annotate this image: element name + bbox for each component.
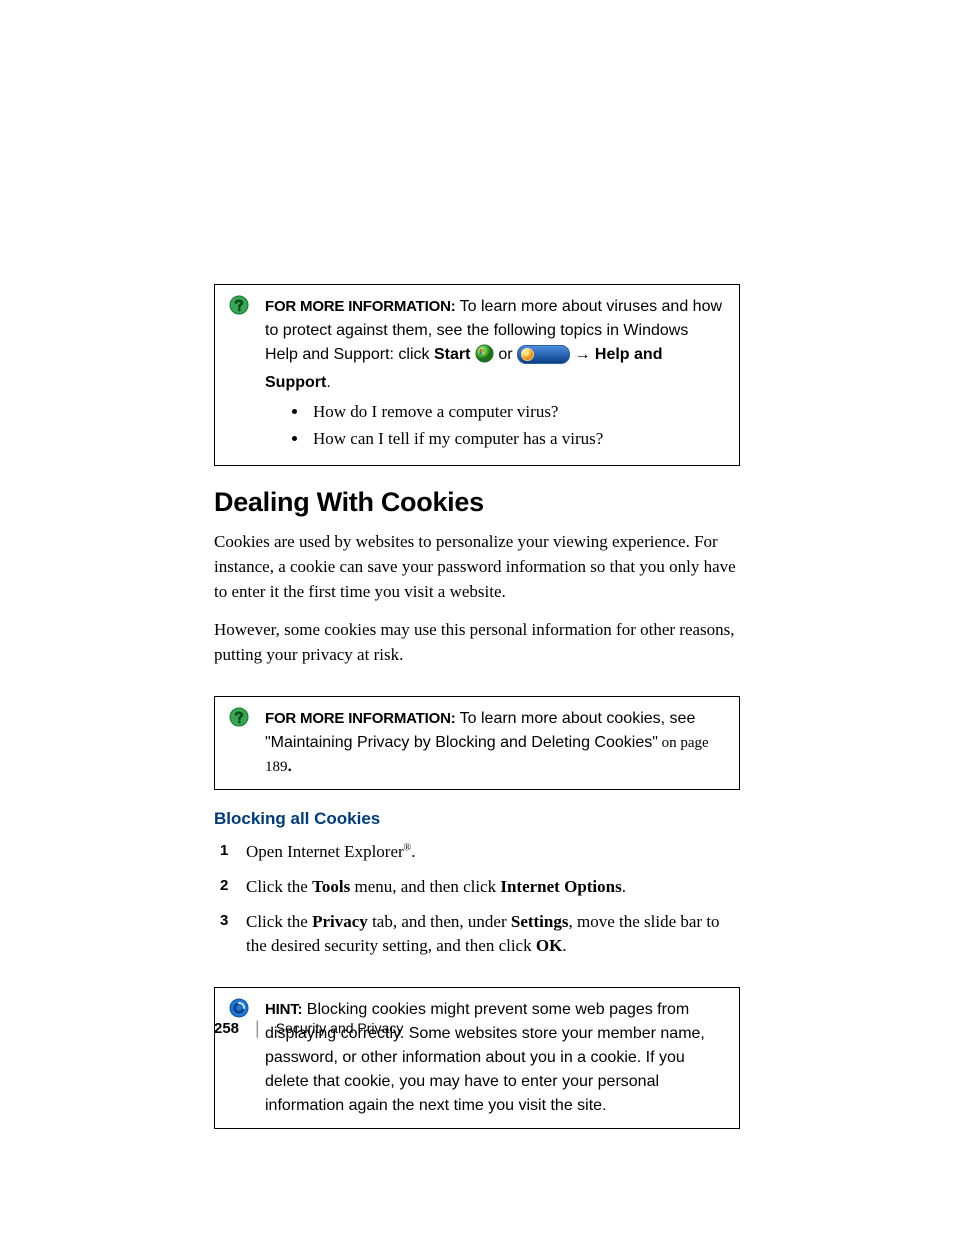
step-1-text-b: . xyxy=(411,842,415,861)
windows-vista-start-icon xyxy=(517,345,570,364)
or-text: or xyxy=(494,346,517,363)
footer-section: Security and Privacy xyxy=(276,1019,404,1038)
hint-text: HINT: Blocking cookies might prevent som… xyxy=(265,998,725,1118)
info-lead: FOR MORE INFORMATION: xyxy=(265,710,456,727)
body-para-1: Cookies are used by websites to personal… xyxy=(214,530,740,604)
step-3-text-a: Click the xyxy=(246,912,312,931)
start-label: Start xyxy=(434,346,470,363)
privacy-label: Privacy xyxy=(312,912,368,931)
step-number: 3 xyxy=(220,910,228,932)
info-callout-cookies-text: FOR MORE INFORMATION: To learn more abou… xyxy=(265,707,725,779)
info-bullet-1: How do I remove a computer virus? xyxy=(309,401,725,424)
info-callout-viruses: FOR MORE INFORMATION: To learn more abou… xyxy=(214,284,740,466)
info-bullet-2: How can I tell if my computer has a viru… xyxy=(309,428,725,451)
subheading: Blocking all Cookies xyxy=(214,808,740,831)
step-number: 1 xyxy=(220,840,228,862)
period: . xyxy=(288,758,292,775)
steps-list: 1 Open Internet Explorer®. 2 Click the T… xyxy=(214,840,740,959)
step-2-text-b: menu, and then click xyxy=(350,877,500,896)
hint-icon xyxy=(229,998,249,1018)
section-heading: Dealing With Cookies xyxy=(214,484,740,520)
info-bullet-list: How do I remove a computer virus? How ca… xyxy=(309,401,725,451)
info-icon xyxy=(229,707,249,727)
step-2-text-c: . xyxy=(622,877,626,896)
windows-xp-start-icon xyxy=(475,344,494,371)
page-content: FOR MORE INFORMATION: To learn more abou… xyxy=(214,284,740,1147)
hint-lead: HINT: xyxy=(265,1001,302,1018)
page-number: 258 xyxy=(214,1019,239,1039)
body-para-2: However, some cookies may use this perso… xyxy=(214,618,740,667)
tools-label: Tools xyxy=(312,877,350,896)
step-2-text-a: Click the xyxy=(246,877,312,896)
settings-label: Settings xyxy=(511,912,569,931)
info-callout-cookies: FOR MORE INFORMATION: To learn more abou… xyxy=(214,696,740,790)
step-3-text-b: tab, and then, under xyxy=(368,912,511,931)
step-3-text-d: . xyxy=(562,936,566,955)
ok-label: OK xyxy=(536,936,562,955)
step-1-text-a: Open Internet Explorer xyxy=(246,842,404,861)
arrow-icon: → xyxy=(570,346,595,363)
step-number: 2 xyxy=(220,875,228,897)
step-3: 3 Click the Privacy tab, and then, under… xyxy=(214,910,740,959)
info-callout-text: FOR MORE INFORMATION: To learn more abou… xyxy=(265,295,725,395)
step-2: 2 Click the Tools menu, and then click I… xyxy=(214,875,740,900)
footer-separator: | xyxy=(255,1019,260,1037)
page-footer: 258 | Security and Privacy xyxy=(214,1019,403,1039)
hint-callout: HINT: Blocking cookies might prevent som… xyxy=(214,987,740,1129)
period: . xyxy=(326,374,330,391)
info-lead: FOR MORE INFORMATION: xyxy=(265,298,456,315)
step-1: 1 Open Internet Explorer®. xyxy=(214,840,740,865)
info-icon xyxy=(229,295,249,315)
internet-options-label: Internet Options xyxy=(500,877,621,896)
